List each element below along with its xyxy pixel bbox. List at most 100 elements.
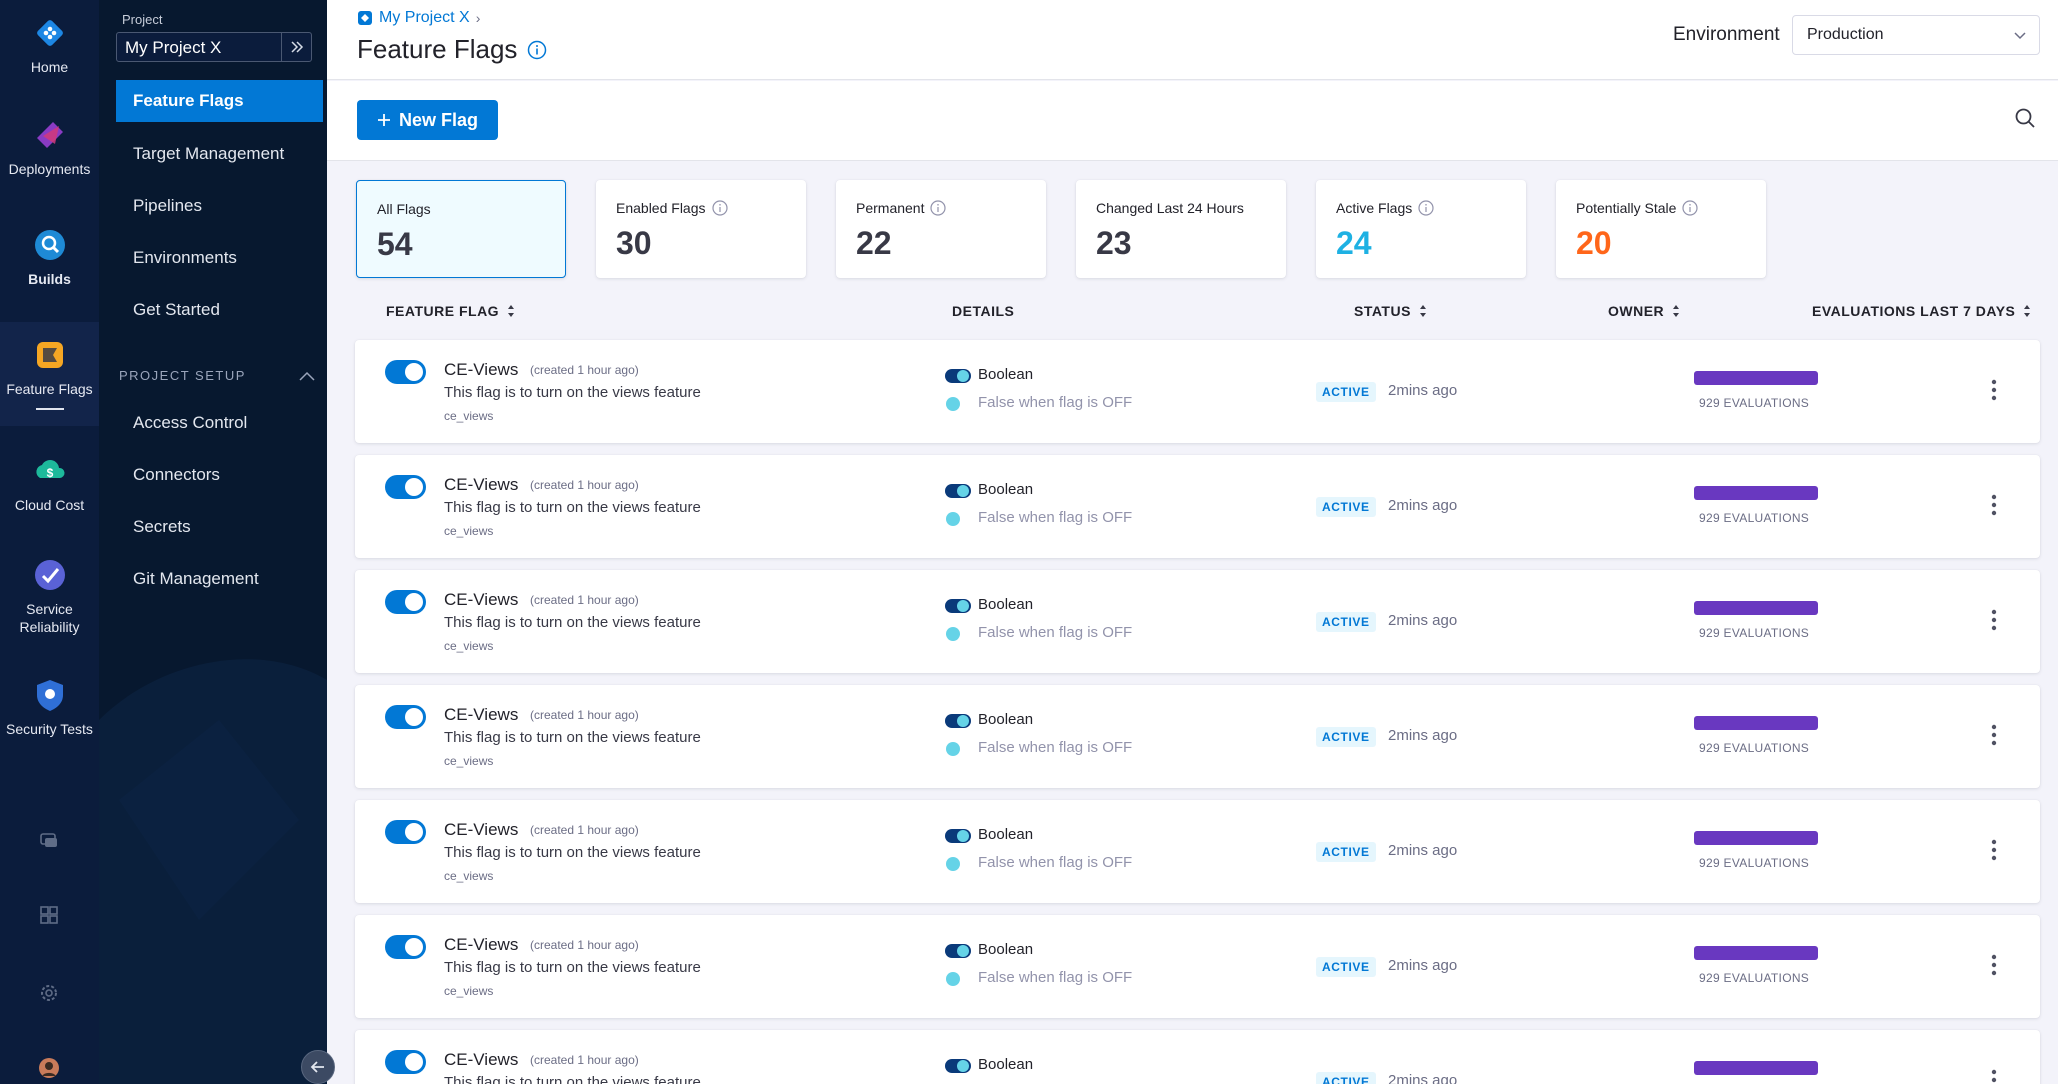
expand-projects-button[interactable] [281, 33, 311, 61]
nav-builds[interactable]: Builds [0, 226, 99, 288]
sidebar-item-target-management[interactable]: Target Management [116, 133, 323, 175]
environment-label: Environment [1673, 24, 1780, 45]
chevron-down-icon [2014, 32, 2026, 40]
page-title: Feature Flags [357, 34, 547, 65]
sidebar-item-secrets[interactable]: Secrets [116, 506, 323, 548]
info-icon[interactable] [1418, 200, 1434, 216]
info-icon[interactable] [711, 200, 728, 216]
more-options-icon[interactable] [1990, 608, 1998, 632]
more-options-icon[interactable] [1990, 493, 1998, 517]
stat-card-active-flags[interactable]: Active Flags 24 [1316, 180, 1526, 278]
table-row[interactable]: CE-Views (created 1 hour ago) This flag is… [355, 685, 2040, 788]
flag-identifier: ce_views [444, 409, 494, 423]
search-icon[interactable] [2014, 107, 2036, 129]
flag-name[interactable]: CE-Views [444, 935, 518, 955]
stat-card-all-flags[interactable]: All Flags 54 [356, 180, 566, 278]
flag-toggle[interactable] [385, 820, 426, 844]
status-time: 2mins ago [1388, 842, 1458, 859]
table-row[interactable]: CE-Views (created 1 hour ago) This flag is… [355, 570, 2040, 673]
status-badge: ACTIVE [1316, 727, 1376, 747]
flag-name[interactable]: CE-Views [444, 820, 518, 840]
table-row[interactable]: CE-Views (created 1 hour ago) This flag is… [355, 340, 2040, 443]
nav-feature-flags[interactable]: Feature Flags [0, 322, 99, 426]
stat-card-enabled-flags[interactable]: Enabled Flags 30 [596, 180, 806, 278]
more-options-icon[interactable] [1990, 378, 1998, 402]
table-row[interactable]: CE-Views (created 1 hour ago) This flag is… [355, 455, 2040, 558]
environment-select[interactable]: Production [1792, 15, 2040, 55]
stat-card-potentially-stale[interactable]: Potentially Stale 20 [1556, 180, 1766, 278]
sidebar-item-pipelines[interactable]: Pipelines [116, 185, 323, 227]
info-icon[interactable] [1682, 200, 1699, 216]
nav-deployments[interactable]: Deployments [0, 116, 99, 178]
table-row[interactable]: CE-Views (created 1 hour ago) This flag is… [355, 1030, 2040, 1084]
flag-name[interactable]: CE-Views [444, 1050, 518, 1070]
page-title-text: Feature Flags [357, 34, 518, 64]
column-header-status[interactable]: STATUS [1354, 303, 1427, 319]
flag-name[interactable]: CE-Views [444, 360, 518, 380]
nav-deployments-label: Deployments [8, 161, 91, 177]
project-icon [358, 11, 372, 25]
sidebar-item-get-started[interactable]: Get Started [116, 289, 323, 331]
flag-toggle[interactable] [385, 475, 426, 499]
project-setup-section-header[interactable]: PROJECT SETUP [119, 368, 315, 383]
chat-icon[interactable] [36, 828, 62, 854]
stat-label-text: Active Flags [1336, 200, 1413, 216]
flag-kind: Boolean [978, 826, 1034, 843]
more-options-icon[interactable] [1990, 838, 1998, 862]
page-header: My Project X › Feature Flags Environment… [327, 0, 2058, 80]
column-header-label: EVALUATIONS LAST 7 DAYS [1812, 303, 2016, 319]
sidebar-item-connectors[interactable]: Connectors [116, 454, 323, 496]
column-header-label: DETAILS [952, 303, 1015, 319]
flag-created: (created 1 hour ago) [530, 478, 639, 492]
info-icon[interactable] [930, 200, 947, 216]
project-label: Project [122, 12, 163, 27]
stat-card-permanent[interactable]: Permanent 22 [836, 180, 1046, 278]
module-nav: Home Deployments Builds Feature Flags $ … [0, 0, 99, 1084]
nav-service-reliability[interactable]: Service Reliability [0, 556, 99, 636]
more-options-icon[interactable] [1990, 953, 1998, 977]
flag-name[interactable]: CE-Views [444, 590, 518, 610]
nav-security-tests[interactable]: Security Tests [0, 676, 99, 738]
flag-toggle[interactable] [385, 590, 426, 614]
sidebar-item-access-control[interactable]: Access Control [116, 402, 323, 444]
collapse-sidebar-button[interactable] [301, 1050, 335, 1084]
evaluations-count: 929 EVALUATIONS [1699, 856, 1810, 870]
more-options-icon[interactable] [1990, 1068, 1998, 1084]
flag-toggle[interactable] [385, 705, 426, 729]
status-badge: ACTIVE [1316, 612, 1376, 632]
nav-cloud-cost[interactable]: $ Cloud Cost [0, 452, 99, 514]
flag-description: This flag is to turn on the views featur… [444, 959, 701, 976]
flag-kind: Boolean [978, 1056, 1034, 1073]
new-flag-button[interactable]: New Flag [357, 100, 498, 140]
table-row[interactable]: CE-Views (created 1 hour ago) This flag is… [355, 800, 2040, 903]
flag-toggle[interactable] [385, 360, 426, 384]
flag-name[interactable]: CE-Views [444, 705, 518, 725]
flag-created: (created 1 hour ago) [530, 938, 639, 952]
stat-label: Changed Last 24 Hours [1096, 200, 1244, 216]
flag-kind: Boolean [978, 941, 1034, 958]
column-header-evaluations[interactable]: EVALUATIONS LAST 7 DAYS [1812, 303, 2031, 319]
flag-toggle[interactable] [385, 935, 426, 959]
flag-toggle[interactable] [385, 1050, 426, 1074]
settings-icon[interactable] [36, 980, 62, 1006]
breadcrumb-project-link[interactable]: My Project X [379, 9, 470, 27]
column-header-owner[interactable]: OWNER [1608, 303, 1680, 319]
sort-icon [1419, 305, 1426, 317]
grid-icon[interactable] [36, 902, 62, 928]
column-header-feature-flag[interactable]: FEATURE FLAG [386, 303, 515, 319]
project-selector[interactable]: My Project X [116, 32, 312, 62]
status-badge: ACTIVE [1316, 957, 1376, 977]
more-options-icon[interactable] [1990, 723, 1998, 747]
sidebar-item-feature-flags[interactable]: Feature Flags [116, 80, 323, 122]
flag-off-variation: False when flag is OFF [978, 509, 1133, 526]
flag-name[interactable]: CE-Views [444, 475, 518, 495]
sort-icon [508, 305, 515, 317]
sidebar-item-git-management[interactable]: Git Management [116, 558, 323, 600]
user-avatar[interactable] [36, 1055, 62, 1081]
nav-home[interactable]: Home [0, 14, 99, 76]
evaluations-bar [1694, 486, 1818, 500]
stat-card-changed-24h[interactable]: Changed Last 24 Hours 23 [1076, 180, 1286, 278]
sidebar-item-environments[interactable]: Environments [116, 237, 323, 279]
table-row[interactable]: CE-Views (created 1 hour ago) This flag is… [355, 915, 2040, 1018]
info-icon[interactable] [527, 40, 547, 60]
